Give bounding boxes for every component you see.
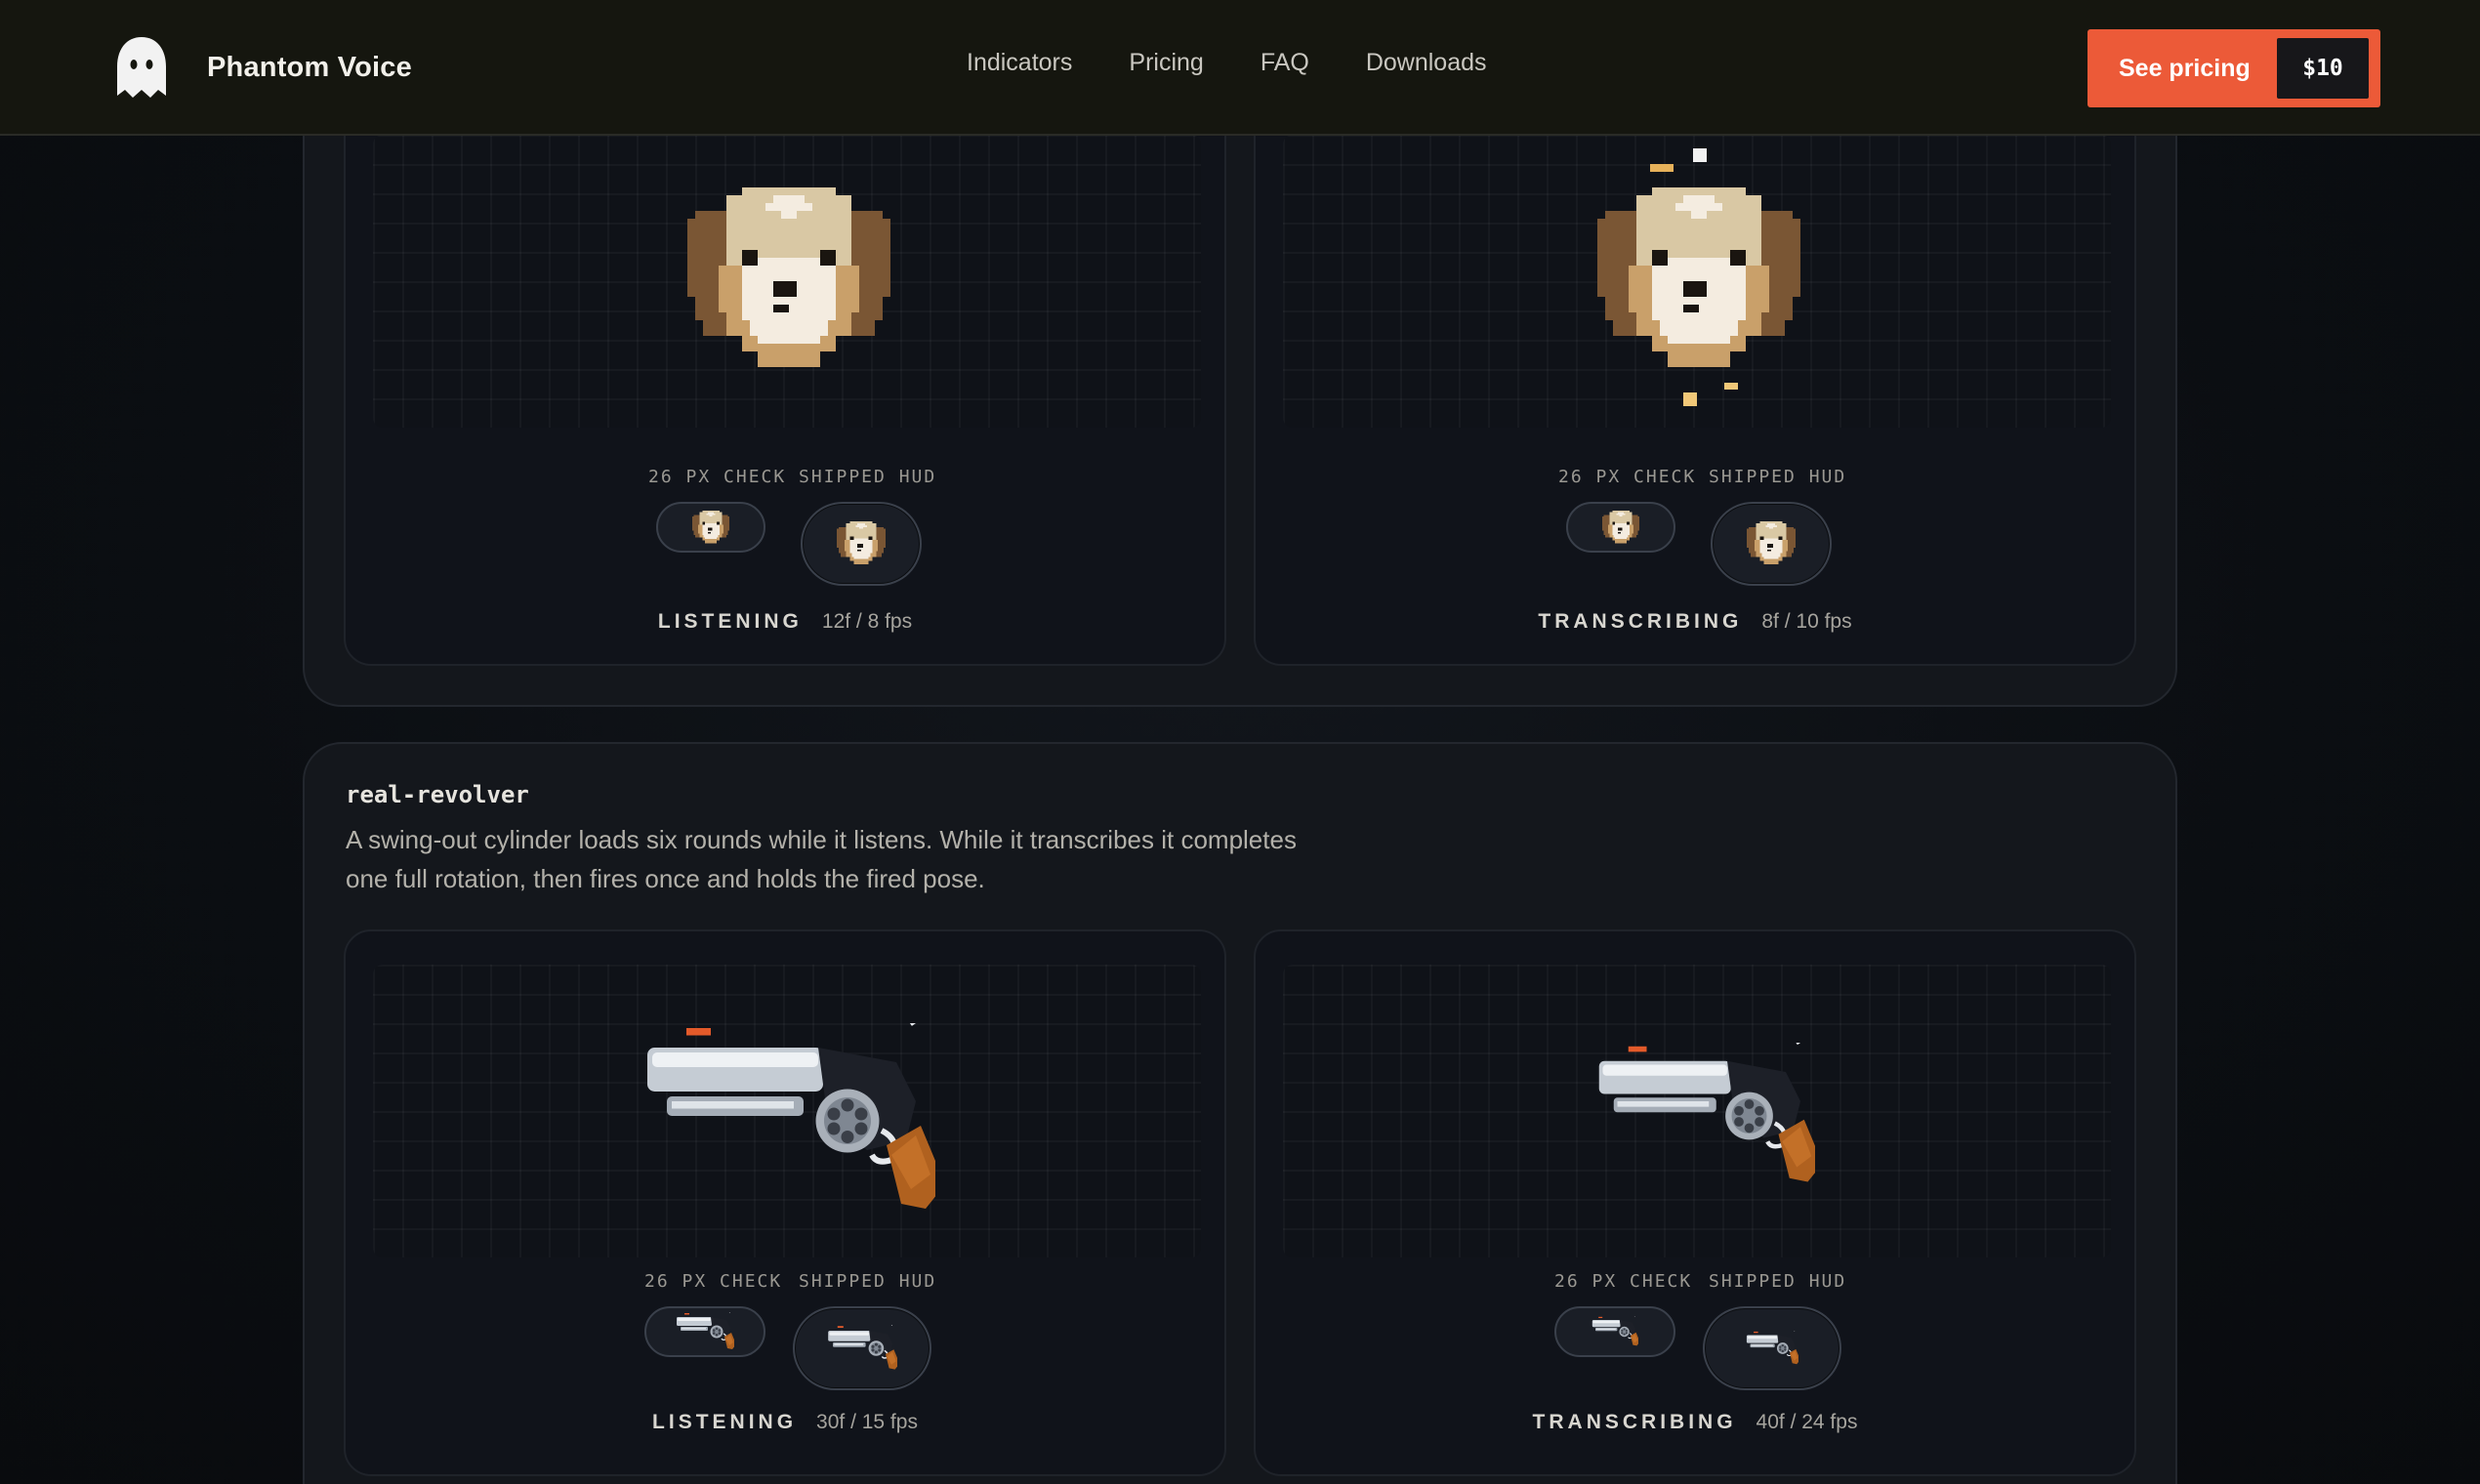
sparkle (1693, 148, 1707, 162)
dog-icon (687, 187, 890, 375)
nav-downloads[interactable]: Downloads (1366, 49, 1487, 77)
sparkle (1724, 383, 1738, 390)
preview-stage (373, 965, 1201, 1257)
dog-icon (1602, 511, 1639, 545)
check-label: 26 PX CHECK (648, 467, 787, 487)
top-navbar: Phantom Voice Indicators Pricing FAQ Dow… (0, 0, 2480, 136)
nav-pricing[interactable]: Pricing (1129, 49, 1203, 77)
price-badge: $10 (2277, 38, 2369, 99)
frame-rate: 8f / 10 fps (1761, 610, 1852, 633)
check-label: 26 PX CHECK (1558, 467, 1697, 487)
hud-preview-pill (1703, 1306, 1841, 1390)
dog-icon (837, 521, 886, 566)
sparkle (1683, 392, 1697, 406)
brand-link[interactable]: Phantom Voice (113, 35, 412, 100)
hud-label: SHIPPED HUD (1709, 467, 1847, 487)
hud-preview-pill (801, 502, 922, 586)
small-preview-pill (656, 502, 765, 553)
indicator-card-listening: 26 PX CHECK SHIPPED HUD LISTENING 30f / 1… (344, 929, 1226, 1476)
see-pricing-button[interactable]: See pricing $10 (2087, 29, 2380, 107)
dog-icon (692, 511, 729, 545)
revolver-icon (642, 1023, 935, 1218)
state-label: TRANSCRIBING (1538, 610, 1743, 633)
nav-indicators[interactable]: Indicators (967, 49, 1072, 77)
preview-stage (373, 135, 1201, 428)
small-preview-pill (1566, 502, 1675, 553)
nav-faq[interactable]: FAQ (1261, 49, 1309, 77)
frame-rate: 12f / 8 fps (821, 610, 913, 633)
main-nav: Indicators Pricing FAQ Downloads (967, 49, 1487, 77)
revolver-icon (1746, 1331, 1798, 1366)
state-label: TRANSCRIBING (1532, 1411, 1737, 1433)
hud-label: SHIPPED HUD (1709, 1271, 1847, 1292)
indicator-card-listening: 26 PX CHECK SHIPPED HUD LISTENING 12f / 8… (344, 100, 1226, 666)
frame-rate: 30f / 15 fps (816, 1411, 918, 1433)
see-pricing-label: See pricing (2119, 54, 2251, 82)
section-description: A swing-out cylinder loads six rounds wh… (346, 825, 1297, 893)
frame-rate: 40f / 24 fps (1756, 1411, 1858, 1433)
indicator-card-transcribing: 26 PX CHECK SHIPPED HUD TRANSCRIBING 40f … (1254, 929, 2136, 1476)
hud-preview-pill (1711, 502, 1832, 586)
indicator-section-revolver: real-revolver A swing-out cylinder loads… (303, 742, 2177, 1484)
revolver-icon (676, 1312, 734, 1351)
dog-icon (1747, 521, 1796, 566)
revolver-icon (1595, 1043, 1815, 1189)
ghost-icon (117, 37, 166, 98)
revolver-icon (1591, 1316, 1638, 1347)
brand-name: Phantom Voice (207, 51, 412, 83)
indicator-section-dog: 26 PX CHECK SHIPPED HUD LISTENING 12f / 8… (303, 39, 2177, 707)
section-title: real-revolver (346, 781, 529, 808)
preview-stage (1283, 135, 2111, 428)
indicator-card-transcribing: 26 PX CHECK SHIPPED HUD TRANSCRIBING 8f /… (1254, 100, 2136, 666)
state-label: LISTENING (657, 610, 803, 633)
preview-stage (1283, 965, 2111, 1257)
small-preview-pill (1554, 1306, 1675, 1357)
dog-icon (1597, 187, 1800, 375)
hud-preview-pill (793, 1306, 931, 1390)
small-preview-pill (644, 1306, 765, 1357)
check-label: 26 PX CHECK (1554, 1271, 1693, 1292)
revolver-icon (827, 1325, 897, 1372)
check-label: 26 PX CHECK (644, 1271, 783, 1292)
sparkle (1650, 164, 1674, 172)
hud-label: SHIPPED HUD (799, 467, 937, 487)
hud-label: SHIPPED HUD (799, 1271, 937, 1292)
state-label: LISTENING (652, 1411, 798, 1433)
